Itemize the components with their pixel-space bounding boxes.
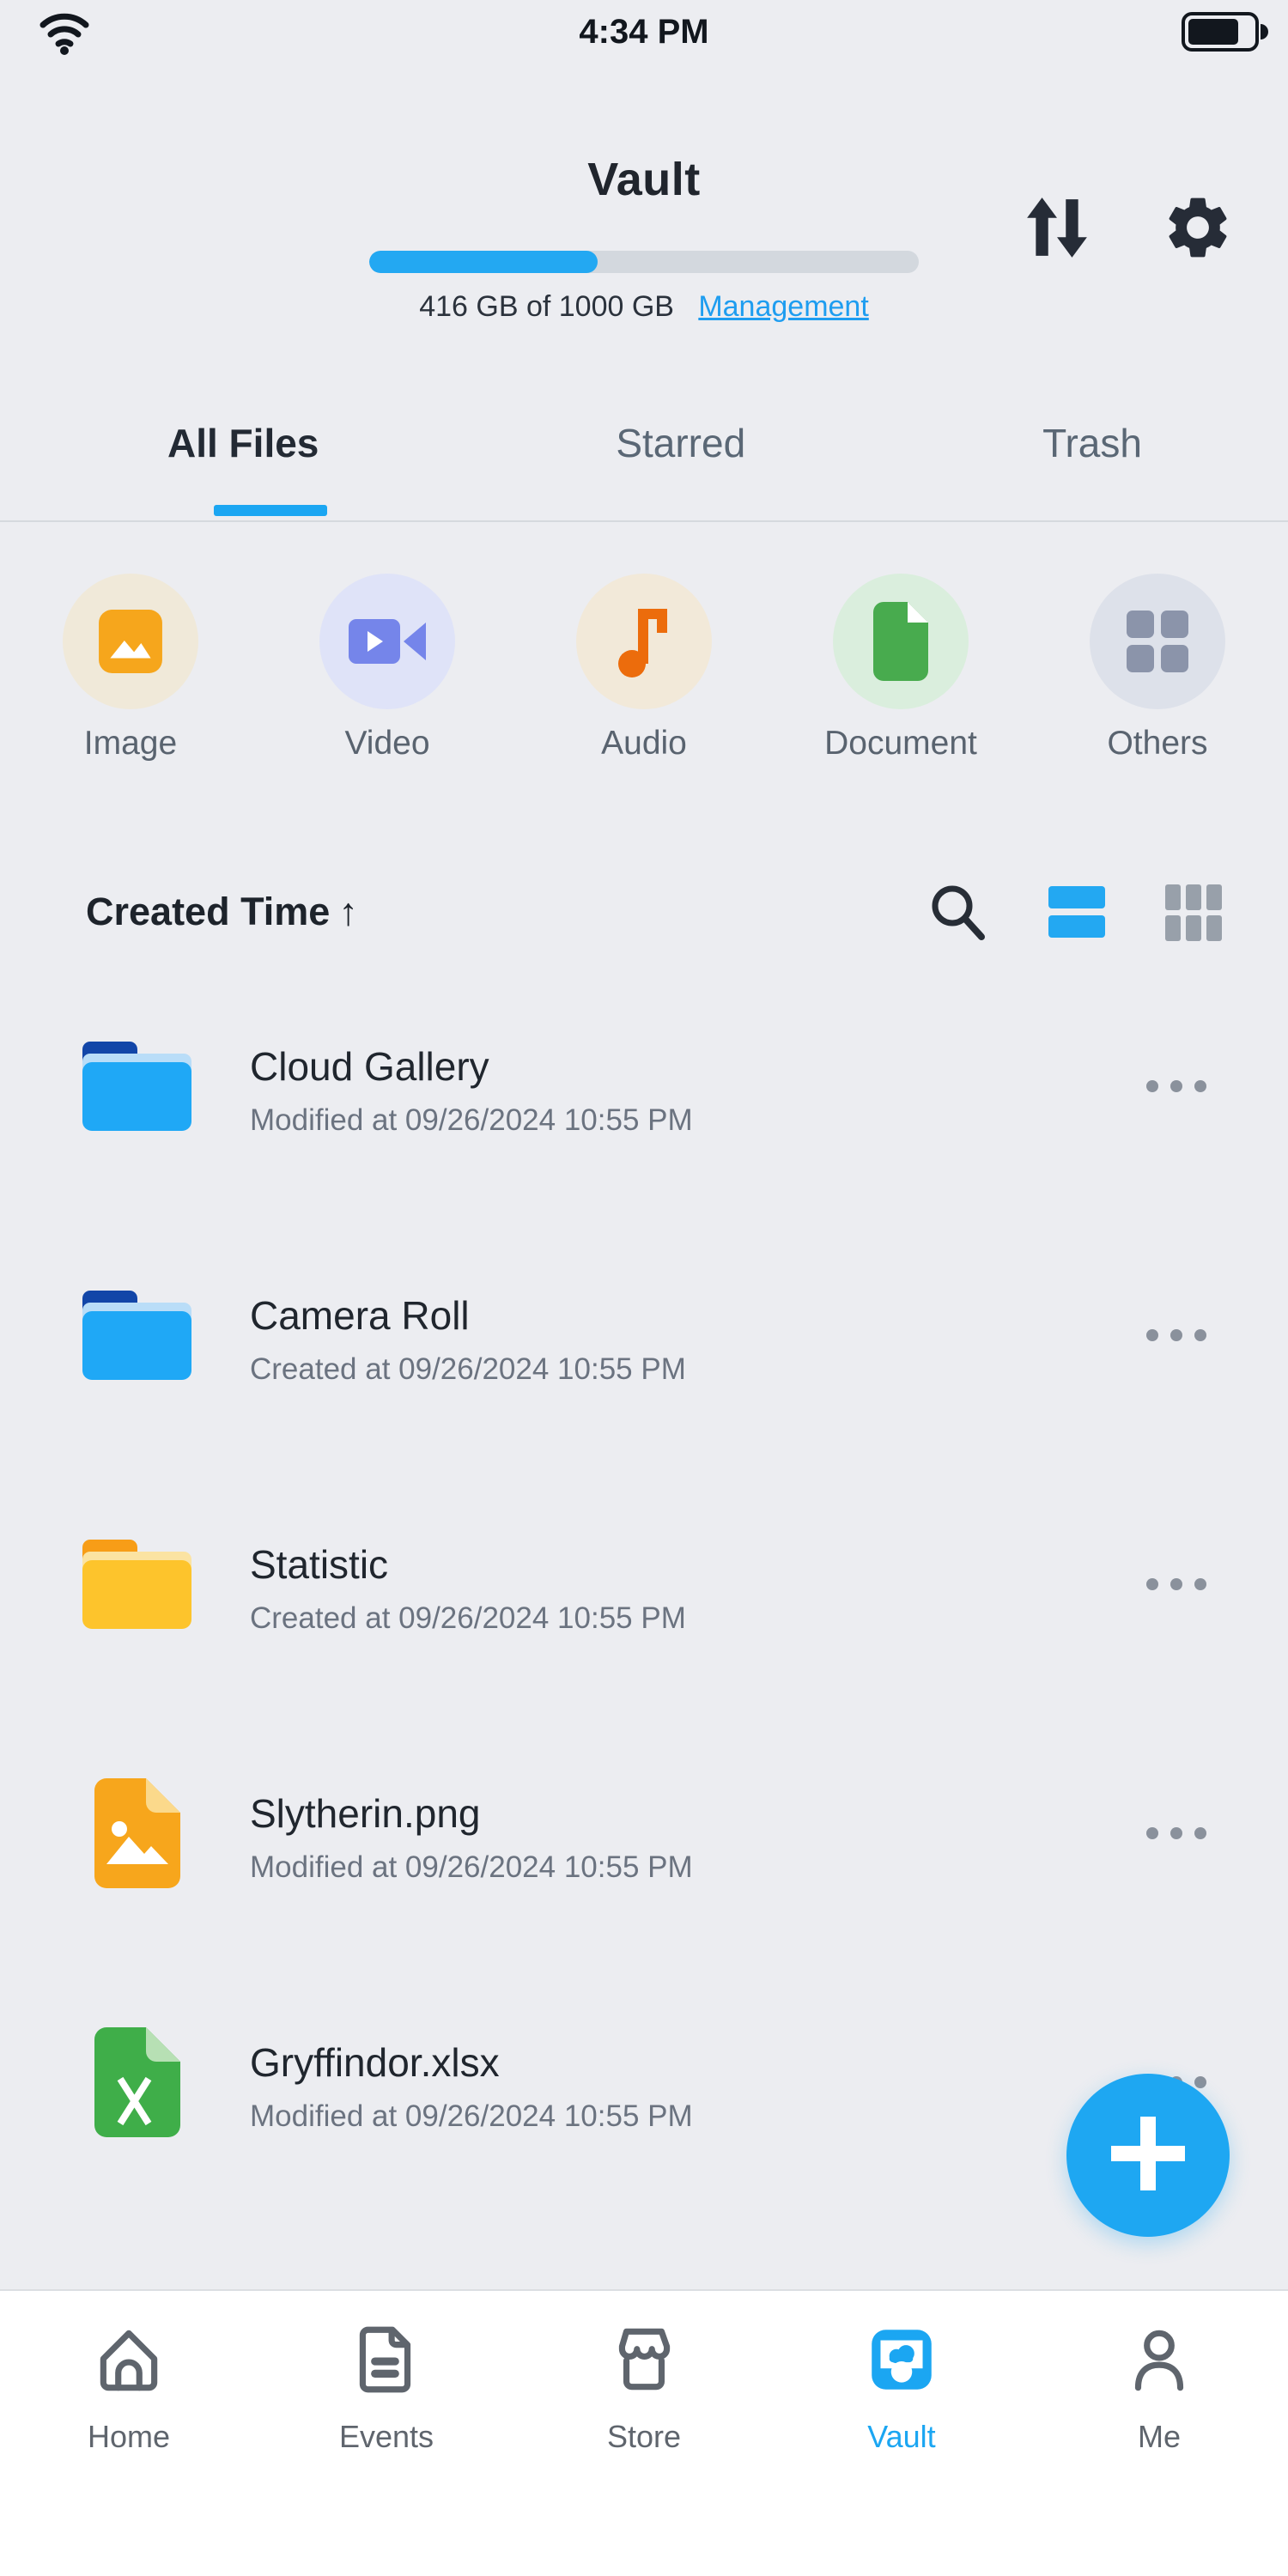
yellow-folder-icon [82, 1540, 193, 1629]
file-meta: Modified at 09/26/2024 10:55 PM [250, 1850, 693, 1885]
nav-me[interactable]: Me [1030, 2291, 1288, 2576]
file-list: Cloud Gallery Modified at 09/26/2024 10:… [0, 962, 1288, 2207]
excel-file-icon [82, 2027, 193, 2137]
divider [0, 520, 1288, 522]
file-meta: Modified at 09/26/2024 10:55 PM [250, 1103, 693, 1138]
more-options-icon[interactable] [1146, 1312, 1206, 1358]
list-view-icon[interactable] [1046, 881, 1108, 947]
file-meta: Modified at 09/26/2024 10:55 PM [250, 2099, 693, 2134]
file-name: Slytherin.png [250, 1790, 693, 1837]
category-video[interactable]: Video [301, 574, 473, 762]
battery-icon [1182, 12, 1269, 56]
document-icon [833, 574, 969, 709]
file-row-cloud-gallery[interactable]: Cloud Gallery Modified at 09/26/2024 10:… [0, 962, 1288, 1211]
management-link[interactable]: Management [698, 290, 868, 323]
file-name: Cloud Gallery [250, 1043, 693, 1090]
grid-icon [1090, 574, 1225, 709]
me-icon [1120, 2320, 1199, 2403]
store-icon [605, 2320, 683, 2403]
status-bar: 4:34 PM [0, 0, 1288, 60]
blue-folder-icon [82, 1291, 193, 1380]
tab-all-files[interactable]: All Files [167, 404, 319, 483]
vault-icon [862, 2320, 941, 2403]
bottom-navigation: Home Events Store [0, 2289, 1288, 2576]
file-name: Statistic [250, 1541, 686, 1588]
nav-home[interactable]: Home [0, 2291, 258, 2576]
nav-events[interactable]: Events [258, 2291, 515, 2576]
file-name: Gryffindor.xlsx [250, 2039, 693, 2086]
page-title: Vault [0, 153, 1288, 206]
file-row-statistic[interactable]: Statistic Created at 09/26/2024 10:55 PM [0, 1460, 1288, 1709]
file-name: Camera Roll [250, 1292, 686, 1339]
category-image[interactable]: Image [45, 574, 216, 762]
storage-progress-bar [369, 251, 919, 273]
file-row-slytherin[interactable]: Slytherin.png Modified at 09/26/2024 10:… [0, 1709, 1288, 1958]
file-row-camera-roll[interactable]: Camera Roll Created at 09/26/2024 10:55 … [0, 1211, 1288, 1460]
storage-usage-text: 416 GB of 1000 GB [419, 290, 674, 323]
music-note-icon [576, 574, 712, 709]
active-tab-indicator [214, 505, 327, 516]
storage-progress-fill [369, 251, 598, 273]
grid-view-icon[interactable] [1163, 881, 1224, 947]
category-document[interactable]: Document [815, 574, 987, 762]
more-options-icon[interactable] [1146, 1063, 1206, 1109]
status-time: 4:34 PM [0, 0, 1288, 64]
more-options-icon[interactable] [1146, 1810, 1206, 1856]
tab-starred[interactable]: Starred [616, 404, 745, 483]
category-row: Image Video Audio [0, 574, 1288, 762]
tab-bar: All Files Starred Trash [0, 404, 1288, 522]
nav-vault[interactable]: Vault [773, 2291, 1030, 2576]
settings-gear-icon[interactable] [1161, 191, 1235, 269]
nav-store[interactable]: Store [515, 2291, 773, 2576]
file-meta: Created at 09/26/2024 10:55 PM [250, 1601, 686, 1636]
tab-trash[interactable]: Trash [1042, 404, 1142, 483]
image-icon [63, 574, 198, 709]
home-icon [89, 2320, 168, 2403]
search-icon[interactable] [927, 881, 989, 947]
plus-icon [1111, 2117, 1185, 2195]
add-fab-button[interactable] [1066, 2074, 1230, 2237]
vault-header: Vault 416 GB of 1000 GB Management [0, 60, 1288, 404]
events-icon [347, 2320, 426, 2403]
sort-swap-icon[interactable] [1024, 194, 1091, 265]
arrow-up-icon: ↑ [338, 890, 358, 933]
blue-folder-icon [82, 1042, 193, 1131]
more-options-icon[interactable] [1146, 1561, 1206, 1607]
category-others[interactable]: Others [1072, 574, 1243, 762]
image-file-icon [82, 1778, 193, 1888]
sort-order-button[interactable]: Created Time↑ [86, 867, 358, 957]
file-meta: Created at 09/26/2024 10:55 PM [250, 1352, 686, 1387]
category-audio[interactable]: Audio [558, 574, 730, 762]
list-toolbar: Created Time↑ [0, 867, 1288, 957]
video-icon [319, 574, 455, 709]
